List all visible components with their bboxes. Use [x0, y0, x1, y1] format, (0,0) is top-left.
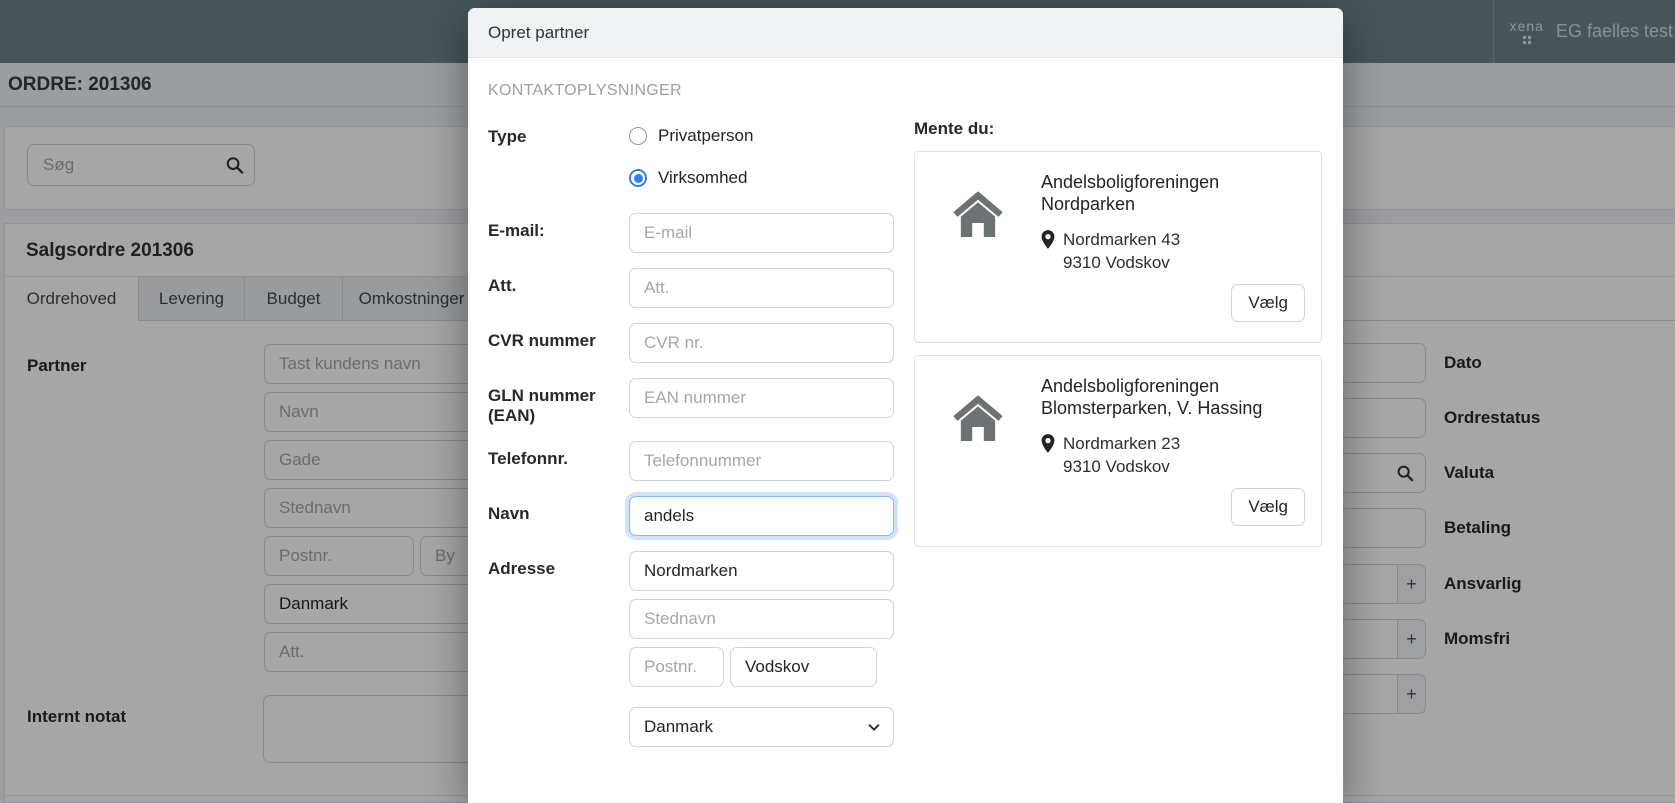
name-label: Navn — [488, 496, 629, 536]
phone-label: Telefonnr. — [488, 441, 629, 481]
modal-header: Opret partner — [468, 8, 1343, 58]
email-input[interactable] — [629, 213, 894, 253]
email-label: E-mail: — [488, 213, 629, 253]
address-country-select[interactable]: Danmark — [629, 707, 894, 747]
suggestion-city: 9310 Vodskov — [1063, 455, 1180, 478]
address-label: Adresse — [488, 551, 629, 747]
radio-checked-icon[interactable] — [629, 169, 647, 187]
gln-label: GLN nummer (EAN) — [488, 378, 629, 426]
suggestion-city: 9310 Vodskov — [1063, 251, 1180, 274]
select-suggestion-button[interactable]: Vælg — [1231, 488, 1305, 526]
location-pin-icon — [1041, 228, 1055, 274]
att-input-modal[interactable] — [629, 268, 894, 308]
cvr-label: CVR nummer — [488, 323, 629, 363]
suggestion-name: Andelsboligforeningen Nordparken — [1041, 172, 1305, 216]
suggestions-panel: Mente du: Andelsboligforeningen Nordpark… — [914, 82, 1322, 747]
radio-unchecked-icon[interactable] — [629, 127, 647, 145]
phone-input[interactable] — [629, 441, 894, 481]
type-label: Type — [488, 126, 629, 213]
house-icon — [915, 376, 1041, 526]
radio-label: Privatperson — [658, 126, 753, 146]
cvr-input[interactable] — [629, 323, 894, 363]
radio-label: Virksomhed — [658, 168, 747, 188]
suggestion-address: Nordmarken 43 — [1063, 228, 1180, 251]
suggestion-name: Andelsboligforeningen Blomsterparken, V.… — [1041, 376, 1305, 420]
address-zip-input[interactable] — [629, 647, 724, 687]
house-icon — [915, 172, 1041, 322]
type-option-privatperson[interactable]: Privatperson — [629, 126, 894, 146]
location-pin-icon — [1041, 432, 1055, 478]
country-select-value: Danmark — [644, 717, 713, 737]
gln-input[interactable] — [629, 378, 894, 418]
suggestion-card: Andelsboligforeningen Blomsterparken, V.… — [914, 355, 1322, 547]
address-street-input[interactable] — [629, 551, 894, 591]
att-label: Att. — [488, 268, 629, 308]
select-suggestion-button[interactable]: Vælg — [1231, 284, 1305, 322]
address-place-input[interactable] — [629, 599, 894, 639]
section-heading: KONTAKTOPLYSNINGER — [488, 82, 894, 100]
suggestion-address: Nordmarken 23 — [1063, 432, 1180, 455]
suggestion-card: Andelsboligforeningen Nordparken Nordmar… — [914, 151, 1322, 343]
contact-form: KONTAKTOPLYSNINGER Type Privatperson Vir… — [488, 82, 894, 747]
address-city-input[interactable] — [730, 647, 877, 687]
create-partner-modal: Opret partner KONTAKTOPLYSNINGER Type Pr… — [468, 8, 1343, 803]
type-option-virksomhed[interactable]: Virksomhed — [629, 168, 894, 188]
modal-title: Opret partner — [488, 23, 589, 43]
suggestions-heading: Mente du: — [914, 119, 1322, 139]
chevron-down-icon — [867, 720, 881, 734]
name-input[interactable] — [629, 496, 894, 536]
